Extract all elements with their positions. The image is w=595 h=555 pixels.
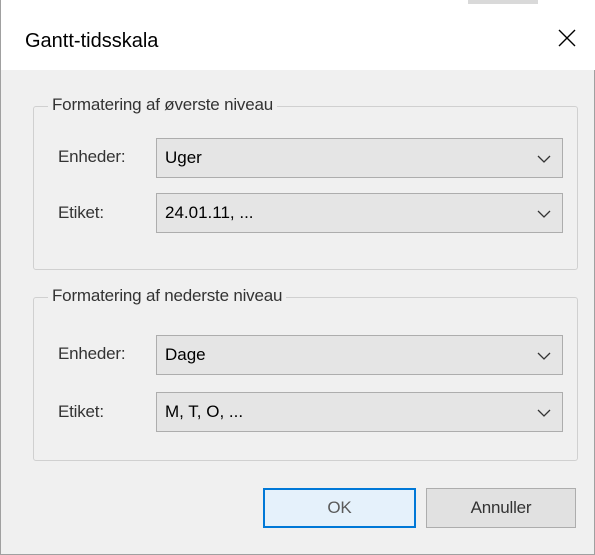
top-label-value: 24.01.11, ... <box>165 203 254 222</box>
chevron-down-icon <box>537 409 551 417</box>
close-icon <box>558 29 576 47</box>
bottom-level-legend: Formatering af nederste niveau <box>48 286 287 306</box>
top-units-label: Enheder: <box>58 147 126 166</box>
bottom-label-select[interactable]: M, T, O, ... <box>156 392 563 432</box>
top-level-format-group: Formatering af øverste niveau Enheder: U… <box>33 95 578 270</box>
ok-button[interactable]: OK <box>263 488 416 528</box>
chevron-down-icon <box>537 155 551 163</box>
bottom-units-value: Dage <box>165 345 206 364</box>
cancel-button[interactable]: Annuller <box>426 488 576 528</box>
chevron-down-icon <box>537 352 551 360</box>
title-bar: Gantt-tidsskala <box>1 6 595 70</box>
bottom-level-format-group: Formatering af nederste niveau Enheder: … <box>33 286 578 461</box>
bottom-label-label: Etiket: <box>58 402 104 421</box>
gantt-timescale-dialog: Gantt-tidsskala Formatering af øverste n… <box>0 0 595 555</box>
bottom-label-value: M, T, O, ... <box>165 402 244 421</box>
dialog-title: Gantt-tidsskala <box>25 30 159 52</box>
top-units-value: Uger <box>165 148 202 167</box>
top-label-select[interactable]: 24.01.11, ... <box>156 193 563 233</box>
top-label-label: Etiket: <box>58 203 104 222</box>
close-button[interactable] <box>538 6 595 70</box>
bottom-units-select[interactable]: Dage <box>156 335 563 375</box>
bottom-units-label: Enheder: <box>58 344 126 363</box>
chevron-down-icon <box>537 210 551 218</box>
top-units-select[interactable]: Uger <box>156 138 563 178</box>
top-level-legend: Formatering af øverste niveau <box>48 95 277 115</box>
background-window-hint <box>468 0 538 4</box>
